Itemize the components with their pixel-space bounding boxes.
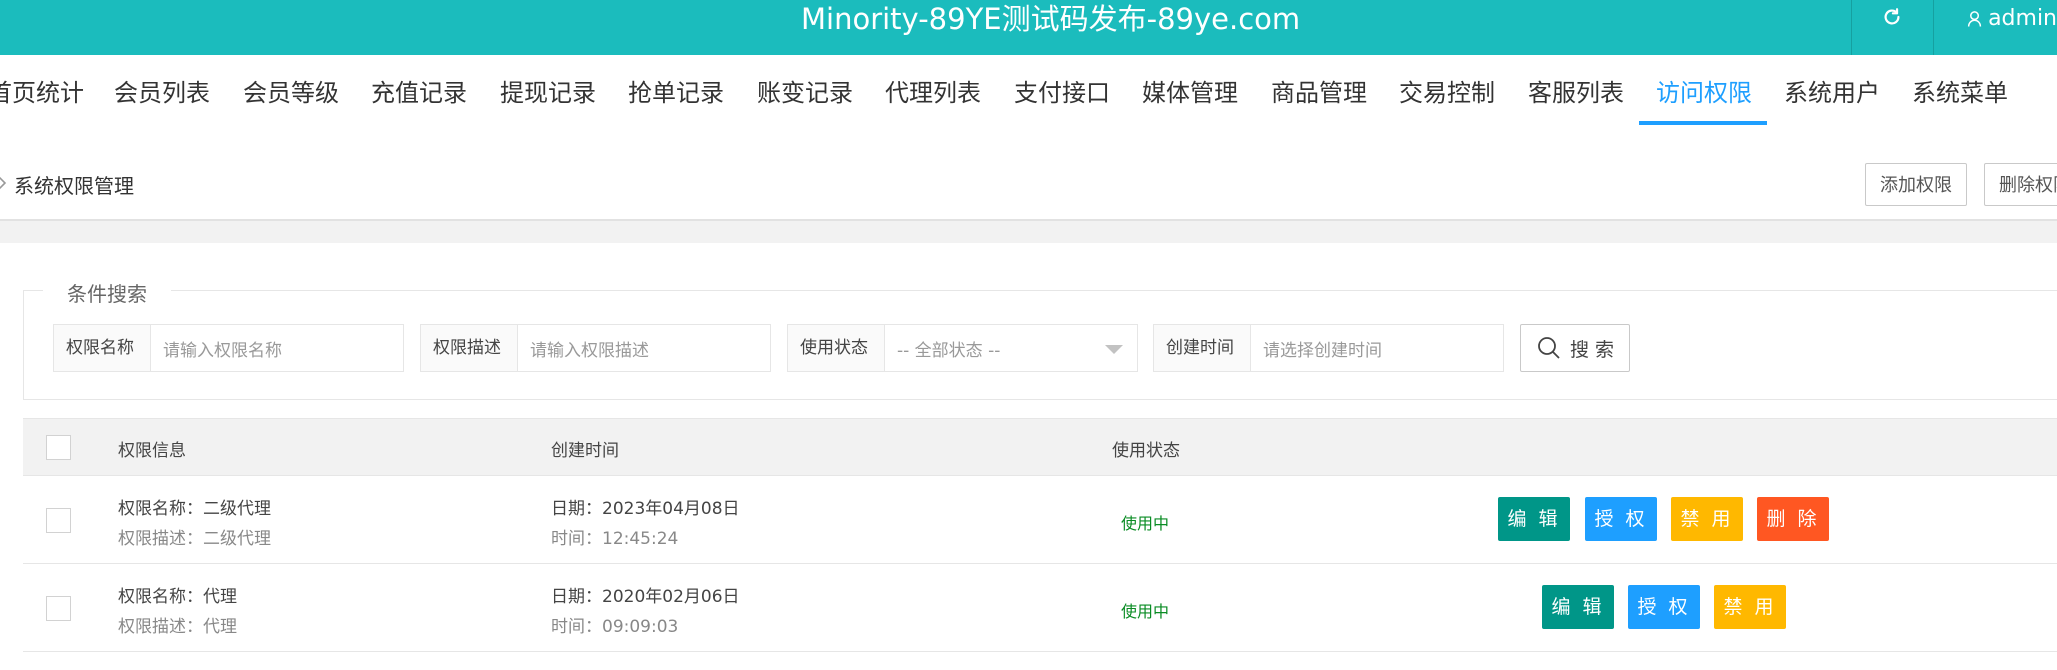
permission-desc: 权限描述：代理 xyxy=(118,617,237,637)
nav-item-member-levels[interactable]: 会员等级 xyxy=(243,55,339,127)
status-badge: 使用中 xyxy=(1121,514,1170,533)
active-tab-indicator xyxy=(1639,121,1767,125)
field-label: 创建时间 xyxy=(1153,324,1251,372)
name-search-input[interactable]: 请输入权限名称 xyxy=(151,324,404,372)
page-title: 系统权限管理 xyxy=(14,174,134,198)
row-checkbox[interactable] xyxy=(46,596,71,621)
permission-name: 权限名称：代理 xyxy=(118,587,237,607)
desc-search-input[interactable]: 请输入权限描述 xyxy=(518,324,771,372)
permission-name: 权限名称：二级代理 xyxy=(118,499,271,519)
add-permission-button[interactable]: 添加权限 xyxy=(1865,163,1967,206)
edit-button[interactable]: 编 辑 xyxy=(1542,585,1614,629)
status-select-value: -- 全部状态 -- xyxy=(897,340,1001,361)
status-badge: 使用中 xyxy=(1121,602,1170,621)
search-field-status: 使用状态 -- 全部状态 -- xyxy=(787,324,1138,372)
refresh-icon xyxy=(1884,8,1900,25)
main-nav: 首页统计 会员列表 会员等级 充值记录 提现记录 抢单记录 账变记录 代理列表 … xyxy=(0,55,2057,127)
nav-item-recharge[interactable]: 充值记录 xyxy=(371,55,467,127)
field-label: 权限描述 xyxy=(420,324,518,372)
user-icon xyxy=(1967,11,1982,27)
date-search-input[interactable]: 请选择创建时间 xyxy=(1251,324,1504,372)
nav-item-members[interactable]: 会员列表 xyxy=(114,55,210,127)
disable-button[interactable]: 禁 用 xyxy=(1671,497,1743,541)
nav-item-trade-control[interactable]: 交易控制 xyxy=(1399,55,1495,127)
delete-permission-button[interactable]: 删除权限 xyxy=(1984,163,2057,206)
column-header: 使用状态 xyxy=(1112,441,1180,461)
edit-button[interactable]: 编 辑 xyxy=(1498,497,1570,541)
created-date: 日期：2023年04月08日 xyxy=(551,499,740,519)
chevron-right-icon xyxy=(0,176,7,190)
search-button[interactable]: 搜 索 xyxy=(1520,324,1630,372)
table-row: 权限名称：代理 权限描述：代理 日期：2020年02月06日 时间：09:09:… xyxy=(23,564,2057,652)
nav-item-system-menu[interactable]: 系统菜单 xyxy=(1912,55,2008,127)
nav-item-support[interactable]: 客服列表 xyxy=(1528,55,1624,127)
chevron-down-icon xyxy=(1105,345,1123,354)
search-icon xyxy=(1538,337,1560,359)
select-all-checkbox[interactable] xyxy=(46,435,71,460)
authorize-button[interactable]: 授 权 xyxy=(1585,497,1657,541)
permission-table: 权限信息 创建时间 使用状态 权限名称：二级代理 权限描述：二级代理 日期：20… xyxy=(23,418,2057,652)
search-field-name: 权限名称 请输入权限名称 xyxy=(53,324,404,372)
row-checkbox[interactable] xyxy=(46,508,71,533)
table-header: 权限信息 创建时间 使用状态 xyxy=(23,418,2057,476)
nav-item-system-users[interactable]: 系统用户 xyxy=(1784,55,1880,127)
search-button-label: 搜 索 xyxy=(1569,338,1615,361)
column-header: 创建时间 xyxy=(551,441,619,461)
field-label: 使用状态 xyxy=(787,324,885,372)
nav-item-orders[interactable]: 抢单记录 xyxy=(628,55,724,127)
top-header: Minority-89YE测试码发布-89ye.com admin xyxy=(0,0,2057,55)
breadcrumb: 系统权限管理 添加权限 删除权限 xyxy=(0,127,2057,221)
created-date: 日期：2020年02月06日 xyxy=(551,587,740,607)
user-name: admin xyxy=(1988,6,2057,31)
status-select[interactable]: -- 全部状态 -- xyxy=(885,324,1138,372)
search-legend: 条件搜索 xyxy=(43,278,171,307)
column-header: 权限信息 xyxy=(118,441,186,461)
delete-button[interactable]: 删 除 xyxy=(1757,497,1829,541)
nav-item-access[interactable]: 访问权限 xyxy=(1656,55,1752,127)
created-time: 时间：09:09:03 xyxy=(551,617,679,637)
table-row: 权限名称：二级代理 权限描述：二级代理 日期：2023年04月08日 时间：12… xyxy=(23,476,2057,564)
search-field-desc: 权限描述 请输入权限描述 xyxy=(420,324,771,372)
nav-item-balance-log[interactable]: 账变记录 xyxy=(757,55,853,127)
permission-desc: 权限描述：二级代理 xyxy=(118,529,271,549)
field-label: 权限名称 xyxy=(53,324,151,372)
app-title: Minority-89YE测试码发布-89ye.com xyxy=(801,2,1301,36)
nav-item-dashboard[interactable]: 首页统计 xyxy=(0,55,84,127)
search-field-date: 创建时间 请选择创建时间 xyxy=(1153,324,1504,372)
content-panel: 条件搜索 权限名称 请输入权限名称 权限描述 请输入权限描述 使用状态 -- 全… xyxy=(0,243,2057,670)
refresh-button[interactable] xyxy=(1851,0,1933,55)
authorize-button[interactable]: 授 权 xyxy=(1628,585,1700,629)
nav-item-payment[interactable]: 支付接口 xyxy=(1014,55,1110,127)
disable-button[interactable]: 禁 用 xyxy=(1714,585,1786,629)
nav-item-media[interactable]: 媒体管理 xyxy=(1142,55,1238,127)
user-menu[interactable]: admin xyxy=(1933,0,2057,55)
nav-item-withdraw[interactable]: 提现记录 xyxy=(500,55,596,127)
nav-item-products[interactable]: 商品管理 xyxy=(1271,55,1367,127)
created-time: 时间：12:45:24 xyxy=(551,529,679,549)
nav-item-agents[interactable]: 代理列表 xyxy=(885,55,981,127)
